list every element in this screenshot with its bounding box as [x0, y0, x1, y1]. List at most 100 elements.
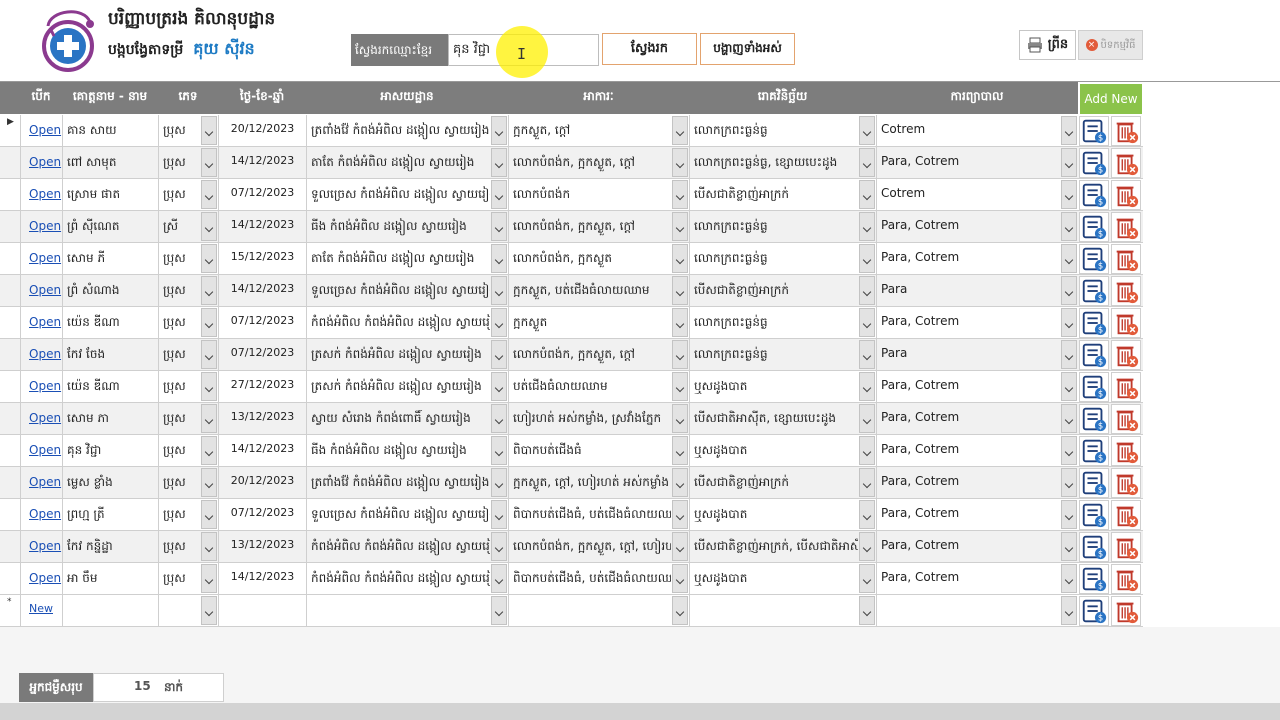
- name-cell[interactable]: យ៉េន ឌីណា: [62, 307, 158, 338]
- delete-button[interactable]: [1111, 404, 1141, 434]
- chevron-down-icon[interactable]: [491, 404, 507, 433]
- address-cell[interactable]: ត្រសក់ កំពង់អំពិល ដង្កៀល ស្វាយរៀង: [306, 371, 508, 402]
- chevron-down-icon[interactable]: [672, 468, 688, 497]
- treatment-cell[interactable]: Cotrem: [876, 115, 1078, 146]
- treatment-cell[interactable]: [876, 595, 1078, 626]
- chevron-down-icon[interactable]: [672, 308, 688, 337]
- new-link[interactable]: New: [29, 602, 53, 615]
- chevron-down-icon[interactable]: [201, 116, 217, 145]
- name-cell[interactable]: ម្លេស ខ្លាំង: [62, 467, 158, 498]
- date-cell[interactable]: 14/12/2023: [218, 275, 306, 306]
- name-cell[interactable]: ព្រហ្ម ត្រី: [62, 499, 158, 530]
- symptom-cell[interactable]: ក្អកស្ងួត: [508, 307, 689, 338]
- symptom-cell[interactable]: លោកបំពង់ក, ក្អកស្ងួត, ក្តៅ, ហៀរហត់: [508, 531, 689, 562]
- sex-cell[interactable]: ប្រុស: [158, 563, 218, 594]
- invoice-button[interactable]: $: [1079, 148, 1109, 178]
- open-link[interactable]: Open: [29, 315, 61, 329]
- chevron-down-icon[interactable]: [859, 340, 875, 369]
- invoice-button[interactable]: $: [1079, 468, 1109, 498]
- name-cell[interactable]: សោម ភា: [62, 403, 158, 434]
- row-selector[interactable]: [0, 307, 18, 338]
- address-cell[interactable]: ត្រសក់ កំពង់អំពិល ដង្កៀល ស្វាយរៀង: [306, 339, 508, 370]
- symptom-cell[interactable]: ក្អកស្ងួត, បត់ជើងធំលាយឈាម: [508, 275, 689, 306]
- treatment-cell[interactable]: Para: [876, 339, 1078, 370]
- delete-button[interactable]: [1111, 340, 1141, 370]
- add-new-button[interactable]: Add New: [1080, 84, 1142, 114]
- chevron-down-icon[interactable]: [672, 596, 688, 625]
- symptom-cell[interactable]: ក្អកស្ងួត, ក្តៅ, ហៀរហត់ អស់កម្លាំង: [508, 467, 689, 498]
- delete-button[interactable]: [1111, 116, 1141, 146]
- treatment-cell[interactable]: Para, Cotrem: [876, 499, 1078, 530]
- table-row[interactable]: Open សោម ភា ប្រុស 13/12/2023 ស្វាយ សំរោង កំព…: [0, 403, 1143, 435]
- chevron-down-icon[interactable]: [672, 180, 688, 209]
- diagnosis-cell[interactable]: បើសជាតិខ្លាញ់អាក្រក់, បើសជាតិអាស៊ីត: [689, 531, 876, 562]
- chevron-down-icon[interactable]: [859, 372, 875, 401]
- delete-button[interactable]: [1111, 276, 1141, 306]
- row-selector[interactable]: [0, 147, 18, 178]
- invoice-button[interactable]: $: [1079, 372, 1109, 402]
- open-link[interactable]: Open: [29, 123, 61, 137]
- chevron-down-icon[interactable]: [672, 372, 688, 401]
- chevron-down-icon[interactable]: [1061, 116, 1077, 145]
- row-selector[interactable]: [0, 339, 18, 370]
- delete-button[interactable]: [1111, 564, 1141, 594]
- chevron-down-icon[interactable]: [201, 596, 217, 625]
- chevron-down-icon[interactable]: [859, 180, 875, 209]
- chevron-down-icon[interactable]: [201, 308, 217, 337]
- chevron-down-icon[interactable]: [672, 244, 688, 273]
- chevron-down-icon[interactable]: [672, 340, 688, 369]
- diagnosis-cell[interactable]: លោកក្រពះធ្ងន់ធ្ង: [689, 211, 876, 242]
- address-cell[interactable]: [306, 595, 508, 626]
- chevron-down-icon[interactable]: [201, 244, 217, 273]
- open-link[interactable]: Open: [29, 507, 61, 521]
- symptom-cell[interactable]: លោកបំពង់ក, ក្អកស្ងួត: [508, 243, 689, 274]
- search-button[interactable]: ស្វែងរក: [602, 33, 697, 65]
- invoice-button[interactable]: $: [1079, 340, 1109, 370]
- symptom-cell[interactable]: ពិបាកបត់ជើងធំ, បត់ជើងធំលាយឈាម: [508, 563, 689, 594]
- invoice-button[interactable]: $: [1079, 436, 1109, 466]
- invoice-button[interactable]: $: [1079, 596, 1109, 626]
- diagnosis-cell[interactable]: ឬសដូងបាត: [689, 499, 876, 530]
- address-cell[interactable]: តាតែ កំពង់អំពិល ដង្កៀល ស្វាយរៀង: [306, 147, 508, 178]
- chevron-down-icon[interactable]: [1061, 532, 1077, 561]
- date-cell[interactable]: 14/12/2023: [218, 563, 306, 594]
- diagnosis-cell[interactable]: ឬសដូងបាត: [689, 563, 876, 594]
- chevron-down-icon[interactable]: [201, 436, 217, 465]
- chevron-down-icon[interactable]: [1061, 340, 1077, 369]
- name-cell[interactable]: ស្រោម ផាត: [62, 179, 158, 210]
- chevron-down-icon[interactable]: [859, 116, 875, 145]
- date-cell[interactable]: 13/12/2023: [218, 531, 306, 562]
- diagnosis-cell[interactable]: លោកក្រពះធ្ងន់ធ្ង: [689, 339, 876, 370]
- address-cell[interactable]: កំពង់អំពិល កំពង់អំពិល ដង្កៀល ស្វាយរៀង: [306, 563, 508, 594]
- name-cell[interactable]: យ៉េន ឌីណា: [62, 371, 158, 402]
- symptom-cell[interactable]: លោកបំពង់ក, ក្អកស្ងួត, ក្តៅ: [508, 211, 689, 242]
- chevron-down-icon[interactable]: [491, 340, 507, 369]
- diagnosis-cell[interactable]: លោកក្រពះធ្ងន់ធ្ង, ខ្សោយបេះដូង: [689, 147, 876, 178]
- diagnosis-cell[interactable]: បើសជាតិខ្លាញ់អាក្រក់: [689, 179, 876, 210]
- row-selector[interactable]: [0, 499, 18, 530]
- chevron-down-icon[interactable]: [859, 436, 875, 465]
- address-cell[interactable]: ទួលច្រេស កំពង់អំពិល ដង្កៀល ស្វាយរៀង: [306, 499, 508, 530]
- open-link[interactable]: Open: [29, 283, 61, 297]
- chevron-down-icon[interactable]: [859, 564, 875, 593]
- date-cell[interactable]: 20/12/2023: [218, 467, 306, 498]
- chevron-down-icon[interactable]: [1061, 564, 1077, 593]
- invoice-button[interactable]: $: [1079, 308, 1109, 338]
- open-link[interactable]: Open: [29, 571, 61, 585]
- diagnosis-cell[interactable]: បើសជាតិខ្លាញ់អាក្រក់: [689, 467, 876, 498]
- chevron-down-icon[interactable]: [859, 532, 875, 561]
- sex-cell[interactable]: ប្រុស: [158, 467, 218, 498]
- row-selector[interactable]: [0, 179, 18, 210]
- chevron-down-icon[interactable]: [491, 244, 507, 273]
- table-row[interactable]: Open ព្រហ្ម ត្រី ប្រុស 07/12/2023 ទួលច្រេស ក…: [0, 499, 1143, 531]
- diagnosis-cell[interactable]: ឬសដូងបាត: [689, 371, 876, 402]
- invoice-button[interactable]: $: [1079, 564, 1109, 594]
- delete-button[interactable]: [1111, 308, 1141, 338]
- table-row[interactable]: Open ម្លេស ខ្លាំង ប្រុស 20/12/2023 ត្រពាំងវ៉…: [0, 467, 1143, 499]
- sex-cell[interactable]: ប្រុស: [158, 403, 218, 434]
- diagnosis-cell[interactable]: លោកក្រពះធ្ងន់ធ្ង: [689, 307, 876, 338]
- chevron-down-icon[interactable]: [1061, 596, 1077, 625]
- chevron-down-icon[interactable]: [491, 276, 507, 305]
- name-cell[interactable]: កែវ ចែង: [62, 339, 158, 370]
- print-button[interactable]: ព្រីន: [1019, 30, 1076, 60]
